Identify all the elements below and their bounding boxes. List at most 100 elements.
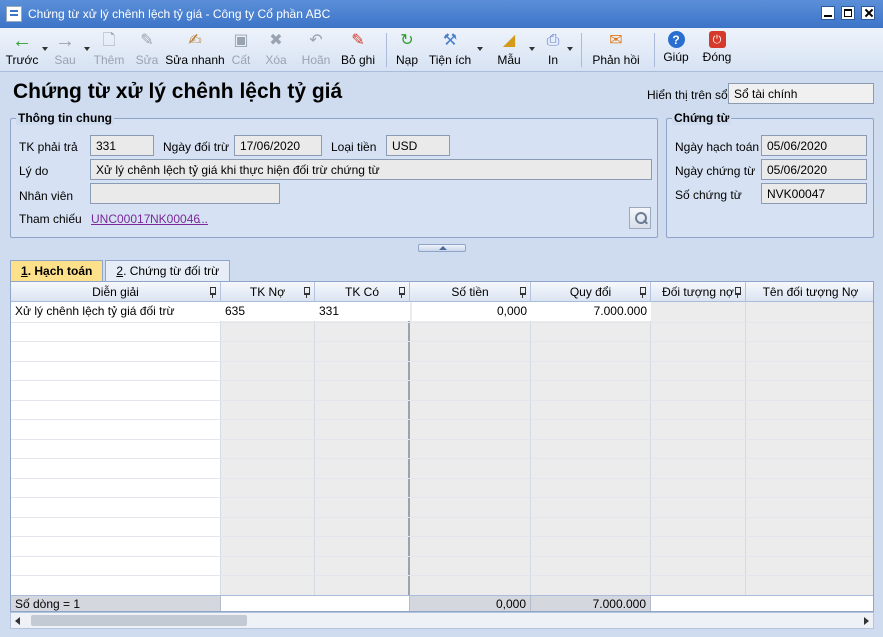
- tab-hach-toan[interactable]: 1. Hạch toán: [10, 260, 104, 281]
- accounting-grid: Diễn giải TK Nợ TK Có Số tiền Quy đổi Đố…: [10, 281, 874, 612]
- voucher-date-field[interactable]: 05/06/2020: [761, 159, 867, 180]
- voucher-number-label: Số chứng từ: [675, 188, 742, 202]
- print-button[interactable]: ⎙ In: [541, 28, 573, 70]
- undo-icon: ↶: [309, 32, 323, 49]
- display-on-select[interactable]: Sổ tài chính: [728, 83, 874, 104]
- cell-quy-doi[interactable]: 7.000.000: [531, 302, 651, 321]
- toolbar-separator: [581, 33, 582, 67]
- column-header-dien-giai[interactable]: Diễn giải: [11, 282, 221, 302]
- reference-link-nk00046[interactable]: NK00046: [150, 212, 200, 226]
- app-document-icon: [6, 6, 22, 22]
- cancel-button[interactable]: ↶ Hoãn: [296, 28, 336, 70]
- row-count: Số dòng = 1: [11, 596, 221, 611]
- tab-chung-tu-doi-tru[interactable]: 2. Chứng từ đối trừ: [105, 260, 231, 281]
- reference-label: Tham chiếu: [19, 212, 82, 226]
- save-icon: ▣: [233, 32, 249, 49]
- column-header-doi-tuong-no[interactable]: Đối tượng nợ: [651, 282, 746, 302]
- close-window-icon[interactable]: [861, 6, 875, 20]
- reload-button[interactable]: ↻ Nạp: [393, 28, 421, 70]
- add-button[interactable]: 🗋 Thêm: [88, 28, 130, 70]
- reference-search-icon[interactable]: [629, 207, 651, 229]
- new-document-icon: 🗋: [102, 32, 116, 49]
- voucher-group: Chứng từ Ngày hạch toán 05/06/2020 Ngày …: [666, 111, 874, 238]
- scroll-right-icon[interactable]: [864, 617, 869, 625]
- delete-button[interactable]: ✖ Xóa: [256, 28, 296, 70]
- grid-column: [746, 302, 873, 596]
- cell-tk-co[interactable]: 331: [315, 302, 410, 321]
- edit-button[interactable]: ✎ Sửa: [130, 28, 164, 70]
- unpost-button[interactable]: ✎ Bỏ ghi: [336, 28, 380, 70]
- scrollbar-thumb[interactable]: [31, 615, 247, 626]
- currency-field[interactable]: USD: [386, 135, 450, 156]
- toolbar-separator: [654, 33, 655, 67]
- help-button[interactable]: ? Giúp: [661, 28, 691, 70]
- template-button[interactable]: ◢ Mẫu: [491, 28, 535, 70]
- reason-label: Lý do: [19, 164, 49, 178]
- column-header-quy-doi[interactable]: Quy đổi: [531, 282, 651, 302]
- reference-more-link[interactable]: ...: [198, 212, 208, 226]
- grid-row-line: [11, 497, 873, 498]
- chevron-down-icon[interactable]: [529, 47, 535, 51]
- window-title: Chứng từ xử lý chênh lệch tỷ giá - Công …: [28, 7, 331, 21]
- scroll-left-icon[interactable]: [15, 617, 20, 625]
- footer-empty: [651, 596, 873, 611]
- template-icon: ◢: [502, 32, 516, 49]
- pin-icon[interactable]: [210, 287, 216, 298]
- maximize-icon[interactable]: [841, 6, 855, 20]
- grid-column: [221, 302, 315, 596]
- delete-icon: ✖: [269, 32, 283, 49]
- cell-so-tien[interactable]: 0,000: [412, 302, 531, 321]
- pin-icon[interactable]: [304, 287, 310, 298]
- display-on-label: Hiển thị trên sổ: [647, 88, 728, 102]
- horizontal-scrollbar[interactable]: [10, 612, 874, 629]
- voucher-number-field[interactable]: NVK00047: [761, 183, 867, 204]
- pin-icon[interactable]: [399, 287, 405, 298]
- reason-field[interactable]: Xử lý chênh lệch tỷ giá khi thực hiện đố…: [90, 159, 652, 180]
- offset-date-label: Ngày đối trừ: [163, 140, 230, 154]
- cell-tk-no[interactable]: 635: [221, 302, 315, 321]
- posting-date-field[interactable]: 05/06/2020: [761, 135, 867, 156]
- page-title: Chứng từ xử lý chênh lệch tỷ giá: [13, 80, 343, 103]
- total-quy-doi: 7.000.000: [531, 596, 651, 611]
- column-header-tk-co[interactable]: TK Có: [315, 282, 410, 302]
- grid-row-line: [11, 438, 873, 440]
- offset-date-field[interactable]: 17/06/2020: [234, 135, 322, 156]
- detail-tabs: 1. Hạch toán 2. Chứng từ đối trừ: [10, 260, 232, 281]
- total-so-tien: 0,000: [410, 596, 531, 611]
- collapse-panel-handle[interactable]: [418, 244, 466, 252]
- feedback-mail-icon: ✉: [609, 32, 623, 49]
- edit-document-icon: ✎: [140, 32, 154, 49]
- column-header-ten-doi-tuong-no[interactable]: Tên đối tượng Nợ: [746, 282, 873, 302]
- toolbar: ← Trước → Sau 🗋 Thêm ✎ Sửa ✍ Sửa nhanh ▣…: [0, 28, 883, 72]
- grid-footer: Số dòng = 1 0,000 7.000.000: [11, 595, 873, 611]
- close-button[interactable]: ⏻ Đóng: [701, 28, 733, 70]
- reference-link-unc00017[interactable]: UNC00017: [91, 212, 150, 226]
- next-button[interactable]: → Sau: [48, 28, 90, 70]
- chevron-down-icon[interactable]: [477, 47, 483, 51]
- quick-edit-button[interactable]: ✍ Sửa nhanh: [164, 28, 226, 70]
- general-info-title: Thông tin chung: [16, 111, 114, 125]
- cell-dien-giai[interactable]: Xử lý chênh lệch tỷ giá đối trừ: [11, 302, 221, 321]
- arrow-right-icon: →: [55, 30, 75, 52]
- tab-hach-toan-label: . Hạch toán: [27, 264, 93, 278]
- pin-icon[interactable]: [735, 287, 741, 298]
- chevron-down-icon[interactable]: [567, 47, 573, 51]
- table-row[interactable]: Xử lý chênh lệch tỷ giá đối trừ 635 331 …: [11, 302, 873, 321]
- cell-doi-tuong-no[interactable]: [651, 302, 746, 321]
- minimize-icon[interactable]: [821, 6, 835, 20]
- feedback-button[interactable]: ✉ Phản hồi: [588, 28, 644, 70]
- back-button[interactable]: ← Trước: [4, 28, 48, 70]
- grid-column: [651, 302, 746, 596]
- column-header-tk-no[interactable]: TK Nợ: [221, 282, 315, 302]
- payable-account-field[interactable]: 331: [90, 135, 154, 156]
- arrow-left-icon: ←: [12, 30, 32, 52]
- utilities-button[interactable]: ⚒ Tiện ích: [425, 28, 483, 70]
- cell-ten-doi-tuong-no[interactable]: [746, 302, 873, 321]
- grid-column: [531, 302, 651, 596]
- pin-icon[interactable]: [520, 287, 526, 298]
- save-button[interactable]: ▣ Cất: [226, 28, 256, 70]
- employee-field[interactable]: [90, 183, 280, 204]
- pin-icon[interactable]: [640, 287, 646, 298]
- column-header-so-tien[interactable]: Số tiền: [410, 282, 531, 302]
- utilities-icon: ⚒: [442, 32, 458, 49]
